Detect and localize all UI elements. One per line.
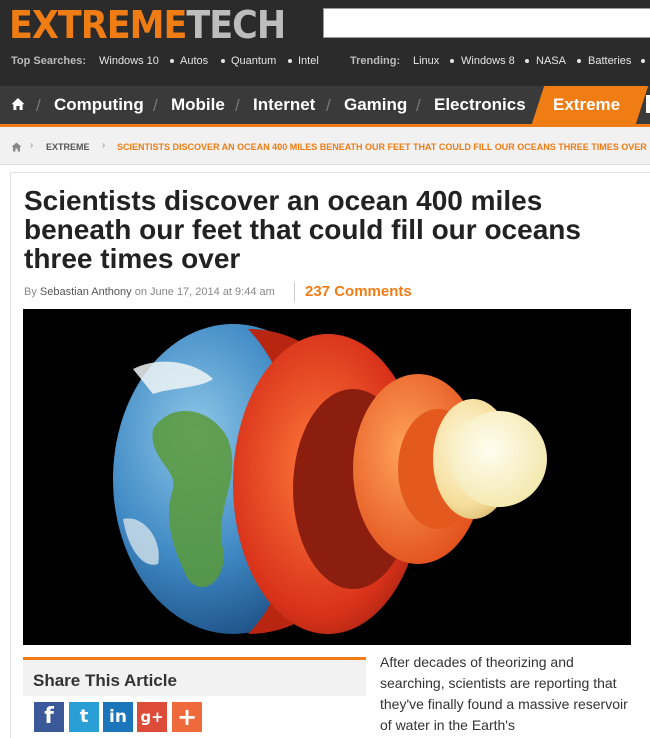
bullet-icon — [288, 59, 292, 63]
home-icon[interactable] — [11, 142, 22, 152]
trending-link[interactable]: Batteries — [588, 55, 631, 67]
site-logo[interactable]: EXTREMETECH — [9, 4, 286, 48]
comments-link[interactable]: 237 Comments — [305, 283, 412, 300]
breadcrumb-section[interactable]: EXTREME — [46, 142, 90, 152]
bullet-icon — [641, 59, 645, 63]
search-input[interactable] — [323, 8, 650, 38]
earth-cutaway-illustration — [113, 324, 547, 634]
top-search-link[interactable]: Windows 10 — [99, 55, 159, 67]
bullet-icon — [577, 59, 581, 63]
bullet-icon — [450, 59, 454, 63]
top-searches-label: Top Searches: — [11, 55, 86, 67]
nav-item-internet[interactable]: Internet — [253, 95, 315, 115]
top-search-link[interactable]: Intel — [298, 55, 319, 67]
article-hero-image — [23, 309, 631, 645]
home-icon[interactable] — [11, 97, 25, 111]
chevron-right-icon: › — [30, 140, 34, 151]
trending-link[interactable]: NASA — [536, 55, 566, 67]
breadcrumb-current: SCIENTISTS DISCOVER AN OCEAN 400 MILES B… — [117, 142, 647, 152]
byline-divider — [294, 282, 295, 302]
author-link[interactable]: Sebastian Anthony — [40, 286, 132, 298]
trending-label: Trending: — [350, 55, 401, 67]
nav-separator: / — [326, 96, 331, 115]
nav-separator: / — [36, 96, 41, 115]
linkedin-share-button[interactable]: in — [103, 702, 133, 732]
byline-on: on — [134, 286, 147, 298]
top-search-link[interactable]: Quantum — [231, 55, 276, 67]
nav-overflow-item[interactable] — [646, 95, 650, 113]
bullet-icon — [525, 59, 529, 63]
article-date: June 17, 2014 at 9:44 am — [150, 286, 275, 298]
article-byline: By Sebastian Anthony on June 17, 2014 at… — [24, 286, 275, 298]
nav-item-gaming[interactable]: Gaming — [344, 95, 407, 115]
nav-item-electronics[interactable]: Electronics — [434, 95, 526, 115]
chevron-right-icon: › — [102, 140, 106, 151]
twitter-share-button[interactable]: t — [69, 702, 99, 732]
facebook-share-button[interactable]: f — [34, 702, 64, 732]
trending-link[interactable]: Linux — [413, 55, 439, 67]
google-plus-share-button[interactable]: g+ — [137, 702, 167, 732]
trending-link[interactable]: Windows 8 — [461, 55, 515, 67]
byline-by: By — [24, 286, 37, 298]
more-share-button[interactable]: + — [172, 702, 202, 732]
bullet-icon — [170, 59, 174, 63]
nav-item-mobile[interactable]: Mobile — [171, 95, 225, 115]
share-title: Share This Article — [33, 671, 177, 690]
nav-separator: / — [235, 96, 240, 115]
nav-separator: / — [416, 96, 421, 115]
nav-separator: / — [153, 96, 158, 115]
top-search-link[interactable]: Autos — [180, 55, 208, 67]
breadcrumb: › EXTREME › SCIENTISTS DISCOVER AN OCEAN… — [0, 127, 650, 165]
bullet-icon — [221, 59, 225, 63]
nav-item-computing[interactable]: Computing — [54, 95, 144, 115]
article-intro: After decades of theorizing and searchin… — [380, 654, 628, 733]
nav-item-extreme-label[interactable]: Extreme — [553, 95, 620, 115]
top-searches-bar: Top Searches: Windows 10 Autos Quantum I… — [0, 50, 650, 74]
article-title: Scientists discover an ocean 400 miles b… — [24, 185, 581, 274]
